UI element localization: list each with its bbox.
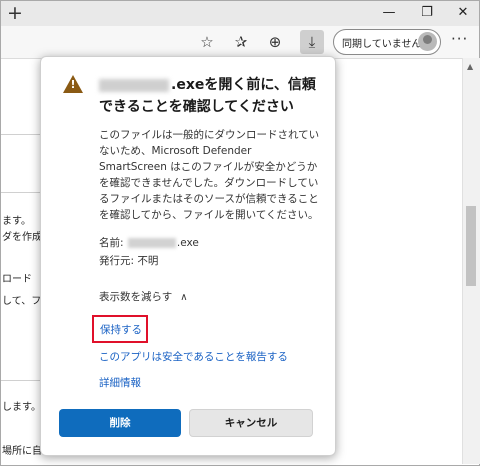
redacted-filename xyxy=(127,238,176,248)
chevron-up-icon: ∧ xyxy=(180,292,188,303)
page-divider xyxy=(1,192,41,193)
page-divider xyxy=(1,380,41,381)
details-link[interactable]: 詳細情報 xyxy=(99,375,141,390)
background-text: して、フ xyxy=(2,296,42,307)
download-warning-icon[interactable]: ⤓ xyxy=(300,30,324,54)
redacted-filename xyxy=(99,78,169,92)
more-menu-icon[interactable]: ··· xyxy=(451,30,468,48)
restore-button[interactable]: ❐ xyxy=(415,2,439,24)
file-name-extension: .exe xyxy=(176,237,199,249)
report-safe-link[interactable]: このアプリは安全であることを報告する xyxy=(99,349,288,364)
dialog-title: .exeを開く前に、信頼できることを確認してください xyxy=(99,74,319,118)
publisher-row: 発行元: 不明 xyxy=(99,253,158,268)
sync-label: 同期していません xyxy=(342,39,422,50)
sync-profile-button[interactable]: 同期していません xyxy=(333,29,441,55)
keep-link[interactable]: 保持する xyxy=(100,322,142,337)
background-text: します。 xyxy=(2,402,41,413)
background-text: 場所に自 xyxy=(2,446,42,457)
cancel-button[interactable]: キャンセル xyxy=(189,409,313,437)
title-bar: + — ❐ ✕ xyxy=(1,1,479,26)
avatar xyxy=(418,32,437,51)
page-divider xyxy=(1,134,41,135)
collections-icon[interactable]: ⊕ xyxy=(263,30,287,54)
file-name-label: 名前: xyxy=(99,237,124,249)
page-scrollbar[interactable]: ▲ xyxy=(462,58,480,464)
show-less-label: 表示数を減らす xyxy=(99,291,173,303)
keep-link-highlight[interactable]: 保持する xyxy=(92,315,148,343)
publisher-label: 発行元: xyxy=(99,255,135,267)
download-warning-dialog: ! .exeを開く前に、信頼できることを確認してください このファイルは一般的に… xyxy=(40,56,336,456)
scroll-up-icon[interactable]: ▲ xyxy=(467,62,473,71)
file-name-row: 名前: .exe xyxy=(99,235,199,250)
star-add-icon[interactable]: ☆ xyxy=(195,30,219,54)
new-tab-button[interactable]: + xyxy=(7,2,23,24)
background-text: ます。 xyxy=(2,216,31,227)
browser-toolbar: ☆ ✰ ⊕ ⤓ 同期していません ··· xyxy=(1,26,479,59)
publisher-value: 不明 xyxy=(137,255,159,267)
background-text: ロード xyxy=(2,274,32,285)
favorites-icon[interactable]: ✰ xyxy=(229,30,253,54)
scroll-thumb[interactable] xyxy=(466,206,476,286)
show-less-button[interactable]: 表示数を減らす ∧ xyxy=(99,289,188,304)
delete-button[interactable]: 削除 xyxy=(59,409,181,437)
background-text: ダを作成 xyxy=(2,232,42,243)
warning-mark: ! xyxy=(70,78,76,91)
minimize-button[interactable]: — xyxy=(377,2,401,24)
close-button[interactable]: ✕ xyxy=(451,2,475,24)
dialog-description: このファイルは一般的にダウンロードされていないため、Microsoft Defe… xyxy=(99,129,320,221)
